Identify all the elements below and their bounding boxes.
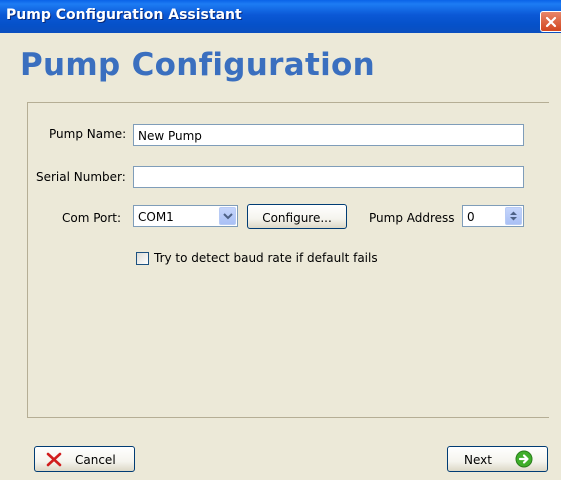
detect-baud-checkbox[interactable] — [136, 252, 149, 265]
configure-button[interactable]: Configure... — [247, 204, 347, 229]
serial-number-label: Serial Number: — [36, 170, 126, 184]
com-port-label: Com Port: — [62, 211, 122, 225]
close-icon — [545, 16, 557, 28]
green-arrow-right-icon — [515, 450, 533, 468]
chevron-down-icon — [223, 213, 233, 220]
next-button[interactable]: Next — [447, 446, 548, 472]
pump-address-spinner[interactable]: 0 — [462, 205, 524, 227]
next-button-label: Next — [464, 453, 492, 467]
pump-name-label: Pump Name: — [49, 127, 127, 141]
page-title: Pump Configuration — [20, 47, 375, 83]
up-down-arrows-icon — [510, 211, 517, 221]
window-title: Pump Configuration Assistant — [6, 7, 242, 23]
red-x-icon — [46, 452, 62, 467]
title-bar[interactable]: Pump Configuration Assistant — [0, 0, 561, 33]
com-port-select[interactable]: COM1 — [133, 205, 238, 227]
pump-name-input[interactable]: New Pump — [133, 124, 524, 146]
pump-address-spin-button[interactable] — [505, 207, 522, 225]
pump-address-value: 0 — [467, 210, 475, 224]
cancel-button[interactable]: Cancel — [34, 446, 135, 472]
detect-baud-label[interactable]: Try to detect baud rate if default fails — [154, 251, 378, 265]
pump-address-label: Pump Address — [369, 211, 455, 225]
com-port-dropdown-button[interactable] — [219, 207, 236, 225]
serial-number-input[interactable] — [133, 166, 524, 188]
configure-button-label: Configure... — [262, 211, 332, 225]
close-button[interactable] — [540, 11, 561, 32]
com-port-value: COM1 — [138, 210, 174, 224]
cancel-button-label: Cancel — [75, 453, 116, 467]
